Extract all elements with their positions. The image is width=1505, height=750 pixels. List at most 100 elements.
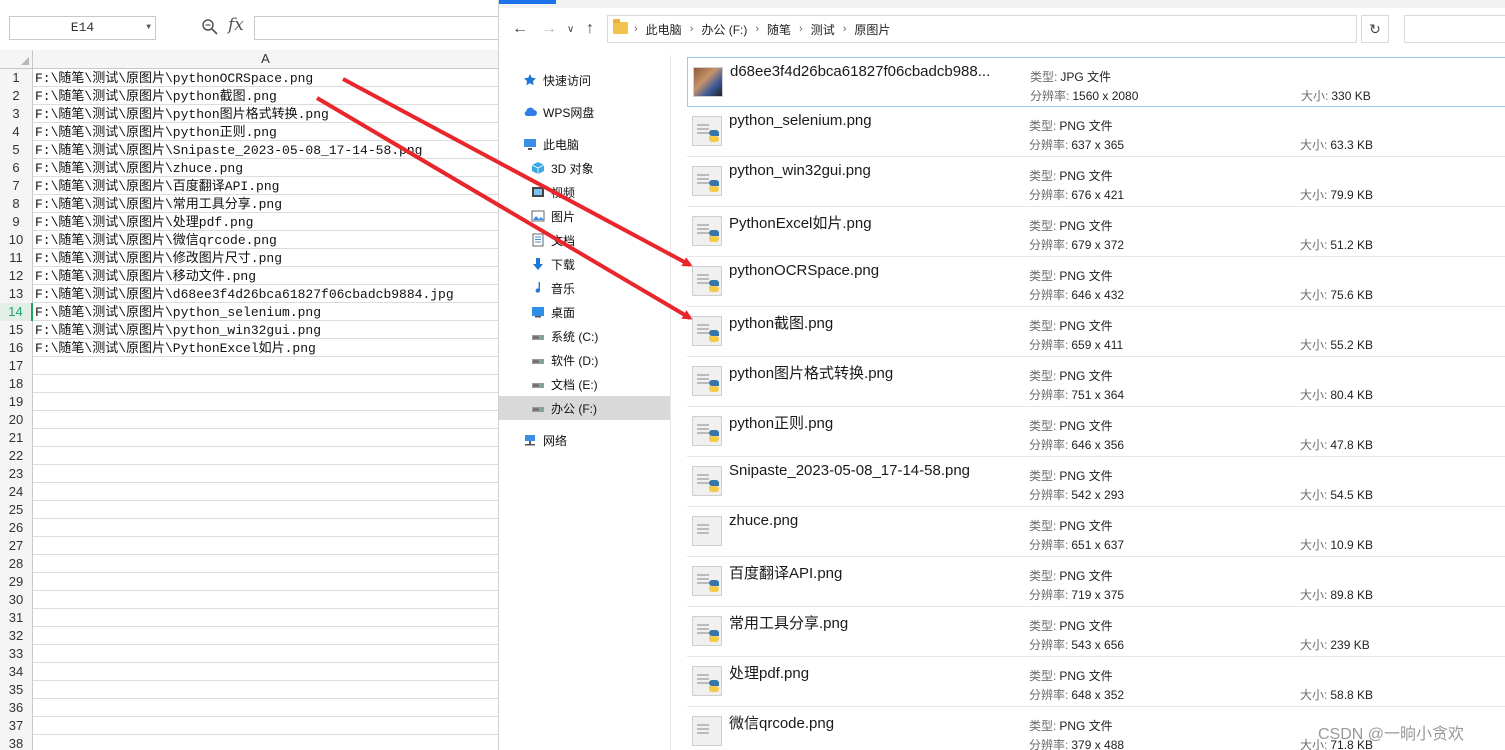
file-name[interactable]: PythonExcel如片.png: [729, 212, 872, 233]
row-number[interactable]: 32: [0, 627, 33, 645]
row-number[interactable]: 31: [0, 609, 33, 627]
cell-a[interactable]: F:\随笔\测试\原图片\PythonExcel如片.png: [35, 339, 316, 357]
file-name[interactable]: zhuce.png: [729, 512, 798, 529]
row-number[interactable]: 5: [0, 141, 33, 159]
file-row[interactable]: pythonOCRSpace.png 类型: PNG 文件 分辨率: 646 x 432…: [687, 257, 1505, 307]
row-number[interactable]: 1: [0, 69, 33, 87]
row-number[interactable]: 18: [0, 375, 33, 393]
file-row[interactable]: zhuce.png 类型: PNG 文件 分辨率: 651 x 637 大小: 10.9 K…: [687, 507, 1505, 557]
fx-icon[interactable]: fx: [228, 15, 244, 35]
name-box-dropdown-icon[interactable]: ▼: [146, 17, 151, 39]
row-number[interactable]: 17: [0, 357, 33, 375]
nav-item[interactable]: 此电脑: [499, 132, 670, 156]
row-number[interactable]: 3: [0, 105, 33, 123]
nav-item[interactable]: 办公 (F:): [499, 396, 670, 420]
row-number[interactable]: 35: [0, 681, 33, 699]
zoom-icon[interactable]: [201, 18, 219, 36]
file-name[interactable]: 处理pdf.png: [729, 662, 809, 683]
column-header-a[interactable]: A: [33, 50, 498, 68]
row-number[interactable]: 16: [0, 339, 33, 357]
breadcrumb-item[interactable]: 原图片: [854, 21, 890, 38]
name-box[interactable]: E14 ▼: [9, 16, 156, 40]
cell-a[interactable]: F:\随笔\测试\原图片\python图片格式转换.png: [35, 105, 329, 123]
nav-item[interactable]: 音乐: [499, 276, 670, 300]
breadcrumb-separator-icon[interactable]: ›: [799, 23, 803, 35]
row-number[interactable]: 24: [0, 483, 33, 501]
file-name[interactable]: d68ee3f4d26bca61827f06cbadcb988...: [730, 63, 990, 80]
file-row[interactable]: python_selenium.png 类型: PNG 文件 分辨率: 637 x 36…: [687, 107, 1505, 157]
forward-arrow-icon[interactable]: →: [541, 20, 557, 38]
row-number[interactable]: 33: [0, 645, 33, 663]
file-row[interactable]: d68ee3f4d26bca61827f06cbadcb988... 类型: JPG…: [687, 57, 1505, 107]
nav-item[interactable]: 系统 (C:): [499, 324, 670, 348]
breadcrumb-separator-icon[interactable]: ›: [634, 23, 638, 35]
row-number[interactable]: 12: [0, 267, 33, 285]
cell-a[interactable]: F:\随笔\测试\原图片\修改图片尺寸.png: [35, 249, 282, 267]
nav-item[interactable]: 文档: [499, 228, 670, 252]
row-number[interactable]: 23: [0, 465, 33, 483]
breadcrumb-separator-icon[interactable]: ›: [843, 23, 847, 35]
file-row[interactable]: python图片格式转换.png 类型: PNG 文件 分辨率: 751 x 364 大小…: [687, 357, 1505, 407]
file-name[interactable]: python正则.png: [729, 412, 833, 433]
row-number[interactable]: 22: [0, 447, 33, 465]
file-name[interactable]: python截图.png: [729, 312, 833, 333]
file-row[interactable]: 常用工具分享.png 类型: PNG 文件 分辨率: 543 x 656 大小: 239 K…: [687, 607, 1505, 657]
row-number[interactable]: 7: [0, 177, 33, 195]
cell-a[interactable]: F:\随笔\测试\原图片\pythonOCRSpace.png: [35, 69, 313, 87]
row-number[interactable]: 25: [0, 501, 33, 519]
nav-item[interactable]: 视频: [499, 180, 670, 204]
row-number[interactable]: 2: [0, 87, 33, 105]
row-number[interactable]: 37: [0, 717, 33, 735]
file-name[interactable]: 常用工具分享.png: [729, 612, 848, 633]
search-input[interactable]: [1404, 15, 1505, 43]
breadcrumb-separator-icon[interactable]: ›: [755, 23, 759, 35]
row-number[interactable]: 13: [0, 285, 33, 303]
file-name[interactable]: python图片格式转换.png: [729, 362, 893, 383]
cell-a[interactable]: F:\随笔\测试\原图片\python_win32gui.png: [35, 321, 321, 339]
cell-a[interactable]: F:\随笔\测试\原图片\Snipaste_2023-05-08_17-14-5…: [35, 141, 422, 159]
file-name[interactable]: python_selenium.png: [729, 112, 872, 129]
row-number[interactable]: 6: [0, 159, 33, 177]
select-all-corner[interactable]: [0, 50, 33, 68]
row-number[interactable]: 29: [0, 573, 33, 591]
nav-item[interactable]: 图片: [499, 204, 670, 228]
back-arrow-icon[interactable]: ←: [512, 20, 528, 38]
breadcrumb-item[interactable]: 此电脑: [646, 21, 682, 38]
cell-a[interactable]: F:\随笔\测试\原图片\python截图.png: [35, 87, 277, 105]
row-number[interactable]: 11: [0, 249, 33, 267]
file-row[interactable]: python截图.png 类型: PNG 文件 分辨率: 659 x 411 大小: 55.…: [687, 307, 1505, 357]
address-bar[interactable]: › 此电脑 › 办公 (F:) › 随笔 › 测试 › 原图片: [607, 15, 1357, 43]
row-number[interactable]: 28: [0, 555, 33, 573]
nav-item[interactable]: 3D 对象: [499, 156, 670, 180]
recent-locations-chevron-icon[interactable]: ∨: [567, 24, 574, 35]
cell-a[interactable]: F:\随笔\测试\原图片\常用工具分享.png: [35, 195, 282, 213]
file-row[interactable]: python正则.png 类型: PNG 文件 分辨率: 646 x 356 大小: 47.…: [687, 407, 1505, 457]
file-name[interactable]: 微信qrcode.png: [729, 712, 834, 733]
refresh-icon[interactable]: ↻: [1361, 15, 1389, 43]
cell-a[interactable]: F:\随笔\测试\原图片\python_selenium.png: [35, 303, 321, 321]
file-row[interactable]: Snipaste_2023-05-08_17-14-58.png 类型: PNG 文…: [687, 457, 1505, 507]
row-number[interactable]: 4: [0, 123, 33, 141]
formula-input[interactable]: [254, 16, 498, 40]
breadcrumb-item[interactable]: 随笔: [767, 21, 791, 38]
nav-item[interactable]: 文档 (E:): [499, 372, 670, 396]
row-number[interactable]: 27: [0, 537, 33, 555]
row-number[interactable]: 9: [0, 213, 33, 231]
breadcrumb-separator-icon[interactable]: ›: [690, 23, 694, 35]
row-number[interactable]: 14: [0, 303, 33, 321]
row-number[interactable]: 38: [0, 735, 33, 750]
row-number[interactable]: 15: [0, 321, 33, 339]
nav-item[interactable]: 网络: [499, 428, 670, 452]
file-row[interactable]: 百度翻译API.png 类型: PNG 文件 分辨率: 719 x 375 大小: 89.8…: [687, 557, 1505, 607]
cell-a[interactable]: F:\随笔\测试\原图片\zhuce.png: [35, 159, 243, 177]
file-name[interactable]: python_win32gui.png: [729, 162, 871, 179]
nav-item[interactable]: WPS网盘: [499, 100, 670, 124]
breadcrumb-item[interactable]: 办公 (F:): [701, 21, 747, 38]
cell-a[interactable]: F:\随笔\测试\原图片\python正则.png: [35, 123, 277, 141]
cell-a[interactable]: F:\随笔\测试\原图片\移动文件.png: [35, 267, 256, 285]
row-number[interactable]: 19: [0, 393, 33, 411]
breadcrumb-item[interactable]: 测试: [811, 21, 835, 38]
nav-item[interactable]: 下载: [499, 252, 670, 276]
row-number[interactable]: 26: [0, 519, 33, 537]
row-number[interactable]: 34: [0, 663, 33, 681]
